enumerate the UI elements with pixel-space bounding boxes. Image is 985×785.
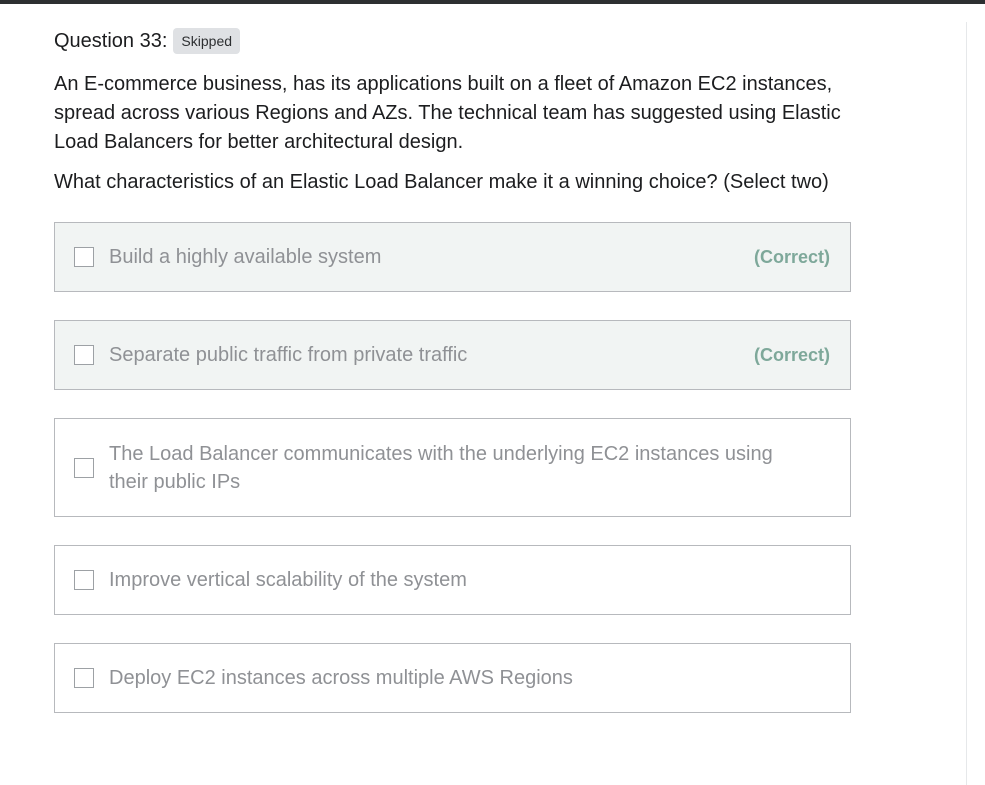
question-header: Question 33: Skipped — [54, 26, 854, 56]
answer-list: Build a highly available system (Correct… — [54, 222, 851, 713]
question-title: Question 33: — [54, 30, 168, 52]
checkbox-icon[interactable] — [74, 345, 94, 365]
answer-option-1[interactable]: Build a highly available system (Correct… — [54, 222, 851, 292]
right-divider — [966, 22, 967, 785]
status-badge: Skipped — [173, 28, 241, 54]
answer-text: The Load Balancer communicates with the … — [109, 442, 773, 493]
question-prompt: An E-commerce business, has its applicat… — [54, 70, 854, 197]
answer-text: Build a highly available system — [109, 246, 382, 268]
answer-option-5[interactable]: Deploy EC2 instances across multiple AWS… — [54, 643, 851, 713]
checkbox-icon[interactable] — [74, 668, 94, 688]
checkbox-icon[interactable] — [74, 570, 94, 590]
correct-label: (Correct) — [753, 344, 830, 365]
question-text: An E-commerce business, has its applicat… — [54, 73, 841, 153]
top-bar — [0, 0, 985, 4]
answer-text: Deploy EC2 instances across multiple AWS… — [109, 667, 573, 689]
question-instruction: What characteristics of an Elastic Load … — [54, 171, 829, 193]
answer-text: Separate public traffic from private tra… — [109, 344, 468, 366]
checkbox-icon[interactable] — [74, 457, 94, 478]
answer-option-4[interactable]: Improve vertical scalability of the syst… — [54, 545, 851, 615]
answer-option-2[interactable]: Separate public traffic from private tra… — [54, 320, 851, 390]
answer-text: Improve vertical scalability of the syst… — [109, 569, 467, 591]
checkbox-icon[interactable] — [74, 247, 94, 267]
question-panel: Question 33: Skipped An E-commerce busin… — [54, 26, 854, 741]
correct-label: (Correct) — [753, 246, 830, 267]
answer-option-3[interactable]: The Load Balancer communicates with the … — [54, 418, 851, 517]
